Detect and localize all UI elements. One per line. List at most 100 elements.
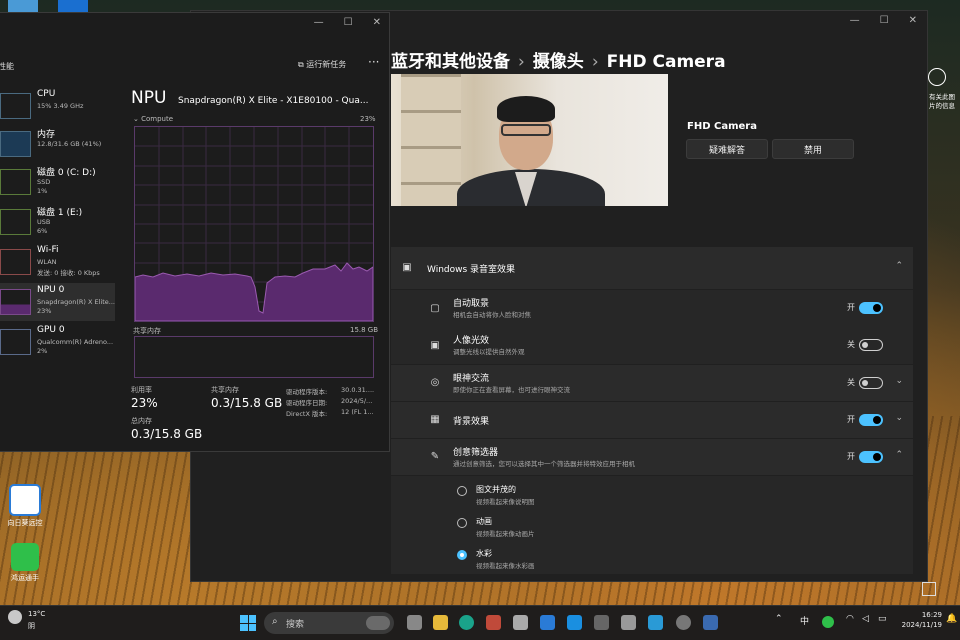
portrait-light-toggle[interactable] — [859, 339, 883, 351]
wifi-icon[interactable]: ◠ — [846, 614, 854, 624]
minimize-icon[interactable]: — — [850, 15, 860, 26]
edge-icon[interactable] — [459, 615, 474, 630]
disk0-thumbnail — [0, 169, 31, 195]
sidebar-item-name: NPU 0 — [37, 285, 65, 295]
chevron-down-icon[interactable]: ⌄ — [895, 413, 903, 423]
compute-label: ⌄ Compute — [133, 115, 173, 123]
run-new-task-button[interactable]: ⧉ 运行新任务 — [298, 59, 346, 70]
weather-icon[interactable] — [8, 610, 22, 624]
troubleshoot-button[interactable]: 疑难解答 — [686, 139, 768, 159]
remote-taskbar-icon[interactable] — [540, 615, 555, 630]
toggle-state: 关 — [847, 340, 855, 349]
start-logo-square — [248, 615, 256, 623]
desktop-icon-top-2[interactable] — [58, 0, 88, 12]
chevron-up-icon[interactable]: ⌃ — [895, 450, 903, 460]
directx-value: 12 (FL 1... — [341, 408, 374, 416]
chevron-right-icon: › — [518, 52, 525, 72]
maximize-icon[interactable]: ☐ — [880, 15, 889, 26]
desktop-icon-top[interactable] — [8, 0, 38, 12]
screen-capture-icon[interactable] — [922, 582, 936, 596]
row-creative-filters[interactable]: ✎ 创意筛选器 通过创意筛选，您可以选择其中一个筛选器并将特效应用于相机 开 ⌃ — [391, 439, 913, 475]
maximize-icon[interactable]: ☐ — [344, 17, 353, 28]
snipping-icon[interactable] — [594, 615, 609, 630]
filter-label: 图文并茂的 — [476, 485, 516, 494]
eye-contact-toggle[interactable] — [859, 377, 883, 389]
chevron-down-icon[interactable]: ⌄ — [895, 376, 903, 386]
chevron-up-icon[interactable]: ⌃ — [895, 261, 903, 271]
search-icon: ⌕ — [272, 616, 278, 627]
toggle-knob — [862, 342, 868, 348]
npu-compute-graph — [134, 126, 374, 322]
close-icon[interactable]: ✕ — [373, 17, 381, 28]
filter-label: 动画 — [476, 517, 492, 526]
radio-button-selected[interactable] — [457, 550, 467, 560]
clock[interactable]: 16:29 2024/11/19 — [902, 610, 942, 630]
radio-button[interactable] — [457, 486, 467, 496]
npu-thumbnail — [0, 289, 31, 315]
background-effects-icon: ▦ — [430, 414, 440, 425]
disable-button[interactable]: 禁用 — [772, 139, 854, 159]
volume-icon[interactable]: ◁ — [862, 614, 869, 624]
sidebar-item-detail: Snapdragon(R) X Elite... — [37, 298, 115, 306]
desktop-icon-phone[interactable]: 鸿运通手 — [3, 543, 47, 583]
task-manager-taskbar-icon[interactable] — [703, 615, 718, 630]
radio-button[interactable] — [457, 518, 467, 528]
task-manager-window-controls: — ☐ ✕ — [314, 17, 381, 28]
shared-memory-graph — [134, 336, 374, 378]
filter-desc: 视频看起来像水彩画 — [476, 562, 535, 570]
shared-mem-label: 共享内存 — [211, 386, 239, 394]
minimize-icon[interactable]: — — [314, 17, 324, 28]
start-button[interactable] — [240, 615, 256, 631]
weather-temp[interactable]: 13°C — [28, 610, 45, 618]
row-subtitle: 通过创意筛选，您可以选择其中一个筛选器并将特效应用于相机 — [453, 460, 635, 468]
notification-icon[interactable]: 🔔 — [946, 614, 957, 624]
sidebar-item-npu[interactable]: NPU 0 Snapdragon(R) X Elite... 23% — [0, 283, 115, 321]
camera-info-icon[interactable] — [928, 68, 946, 86]
breadcrumb-bluetooth[interactable]: 蓝牙和其他设备 — [391, 52, 510, 72]
image-info-text[interactable]: 有关此图片的信息 — [929, 93, 959, 111]
taskbar-search[interactable]: ⌕ 搜索 — [264, 612, 394, 634]
toggle-state: 关 — [847, 378, 855, 387]
file-explorer-icon[interactable] — [433, 615, 448, 630]
toggle-state: 开 — [847, 415, 855, 424]
sidebar-item-wifi[interactable]: Wi-Fi WLAN 发送: 0 接收: 0 Kbps — [0, 243, 115, 281]
studio-effects-header[interactable]: ▣ Windows 录音室效果 ⌃ — [391, 247, 913, 289]
battery-icon[interactable]: ▭ — [878, 614, 887, 624]
ime-indicator[interactable]: 中 — [800, 614, 809, 627]
more-options-icon[interactable]: ··· — [368, 55, 379, 69]
sidebar-item-disk1[interactable]: 磁盘 1 (E:) USB 6% — [0, 203, 115, 241]
toggle-state: 开 — [847, 452, 855, 461]
taskbar: 13°C 阴 ⌕ 搜索 ⌃ 中 ◠ ◁ ▭ 16:29 2024/11/19 🔔 — [0, 605, 960, 640]
app-icon-5[interactable] — [513, 615, 528, 630]
chevron-up-icon[interactable]: ⌃ — [775, 614, 783, 624]
mail-icon[interactable] — [567, 615, 582, 630]
background-shelf — [401, 74, 461, 206]
breadcrumb: 蓝牙和其他设备 › 摄像头 › FHD Camera — [391, 47, 726, 72]
toggle-knob — [873, 453, 881, 461]
sidebar-item-memory[interactable]: 内存 12.8/31.6 GB (41%) — [0, 125, 115, 163]
sidebar-item-cpu[interactable]: CPU 15% 3.49 GHz — [0, 87, 115, 125]
creative-filters-toggle[interactable] — [859, 451, 883, 463]
sidebar-item-name: CPU — [37, 89, 56, 99]
row-background-effects[interactable]: ▦ 背景效果 开 ⌄ — [391, 402, 913, 438]
store-icon[interactable] — [486, 615, 501, 630]
utilization-label: 利用率 — [131, 386, 152, 394]
app-icon-9[interactable] — [621, 615, 636, 630]
auto-framing-toggle[interactable] — [859, 302, 883, 314]
run-new-task-label: 运行新任务 — [306, 60, 347, 69]
task-view-icon[interactable] — [407, 615, 422, 630]
compute-pct: 23% — [360, 115, 376, 123]
background-effects-toggle[interactable] — [859, 414, 883, 426]
filter-label: 水彩 — [476, 549, 492, 558]
sidebar-item-gpu[interactable]: GPU 0 Qualcomm(R) Adreno... 2% — [0, 323, 115, 361]
breadcrumb-current: FHD Camera — [606, 52, 726, 72]
desktop-icon-remote[interactable]: 向日葵远控 — [3, 484, 47, 528]
photos-icon[interactable] — [648, 615, 663, 630]
close-icon[interactable]: ✕ — [909, 15, 917, 26]
settings-taskbar-icon[interactable] — [676, 615, 691, 630]
row-eye-contact[interactable]: ◎ 眼神交流 即使你正在查看屏幕，也可进行眼神交流 关 ⌄ — [391, 365, 913, 401]
breadcrumb-camera[interactable]: 摄像头 — [533, 52, 584, 72]
sidebar-item-disk0[interactable]: 磁盘 0 (C: D:) SSD 1% — [0, 163, 115, 201]
wechat-tray-icon[interactable] — [822, 616, 834, 628]
row-portrait-light: ▣ 人像光效 调整光线以提供自然外观 关 — [391, 327, 913, 364]
